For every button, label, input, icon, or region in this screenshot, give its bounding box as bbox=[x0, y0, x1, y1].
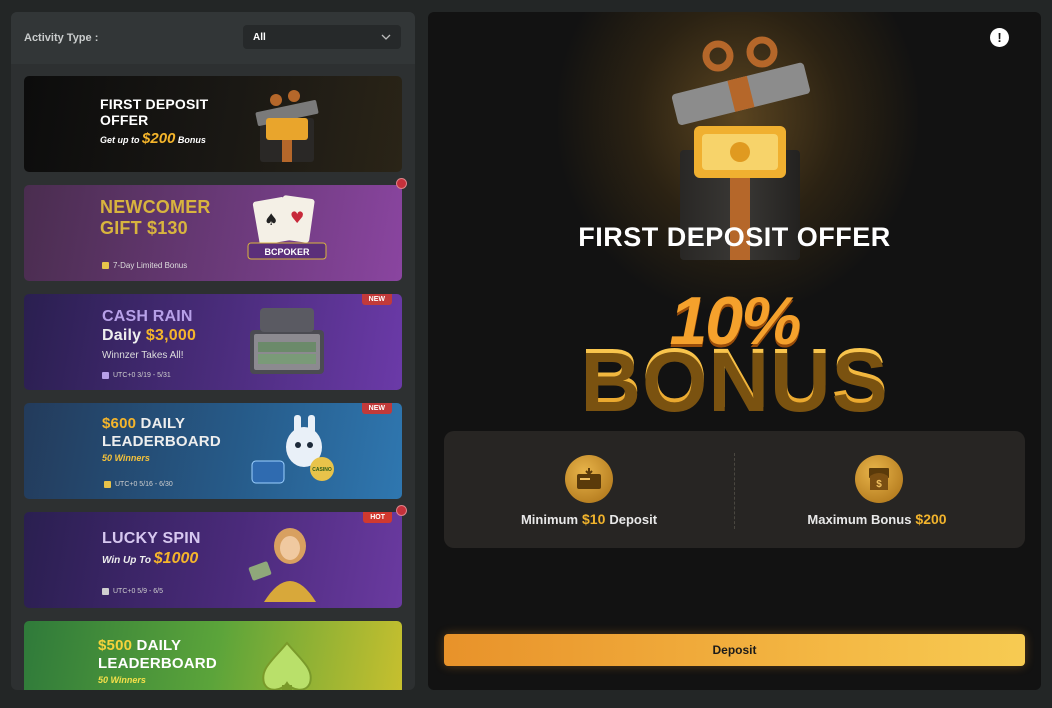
svg-text:♥: ♥ bbox=[290, 208, 304, 227]
activity-card-cash-rain[interactable]: NEW CASH RAIN Daily $3,000 Winnzer Takes… bbox=[24, 294, 402, 390]
money-bag-icon: $ bbox=[855, 455, 903, 503]
card-title: $500 DAILY LEADERBOARD bbox=[98, 637, 217, 672]
calendar-icon bbox=[102, 372, 109, 379]
card-subtitle: 50 Winners bbox=[98, 675, 146, 685]
activity-list-panel: Activity Type : All FIRST DEPOSIT OFFER … bbox=[11, 12, 415, 690]
casino-mascot-icon: CASINO bbox=[251, 415, 334, 484]
offer-title: FIRST DEPOSIT OFFER bbox=[578, 222, 891, 252]
card-footer: 7-Day Limited Bonus bbox=[102, 261, 187, 270]
card-art-label: BCPOKER bbox=[264, 247, 310, 257]
minimum-deposit-item: Minimum $10 Deposit bbox=[444, 455, 734, 527]
calendar-icon bbox=[104, 481, 111, 488]
poker-cards-icon: ♠ ♥ BCPOKER bbox=[247, 195, 327, 260]
hot-badge: HOT bbox=[363, 512, 392, 523]
gift-box-icon bbox=[255, 90, 319, 162]
deposit-wallet-icon bbox=[565, 455, 613, 503]
svg-text:$: $ bbox=[876, 479, 882, 490]
calendar-icon bbox=[102, 262, 109, 269]
activity-type-label: Activity Type : bbox=[24, 32, 99, 44]
activity-card-first-deposit[interactable]: FIRST DEPOSIT OFFER Get up to $200 Bonus bbox=[24, 76, 402, 172]
activity-cards: FIRST DEPOSIT OFFER Get up to $200 Bonus… bbox=[24, 76, 402, 690]
deposit-button[interactable]: Deposit bbox=[444, 634, 1025, 666]
chevron-down-icon bbox=[381, 34, 391, 40]
activity-card-newcomer-gift[interactable]: NEWCOMER GIFT $130 7-Day Limited Bonus ♠… bbox=[24, 185, 402, 281]
card-title: LUCKY SPIN bbox=[102, 530, 201, 547]
card-subtitle: 50 Winners bbox=[102, 453, 150, 463]
activity-type-select[interactable]: All bbox=[243, 25, 401, 49]
offer-terms-box: Minimum $10 Deposit $ Maximum Bonus $200 bbox=[444, 431, 1025, 548]
unread-dot bbox=[396, 505, 407, 516]
card-footer: UTC+0 3/19 - 5/31 bbox=[102, 372, 171, 379]
bonus-word: BONUS bbox=[428, 330, 1041, 427]
activity-card-600-leaderboard[interactable]: NEW $600 DAILY LEADERBOARD 50 Winners UT… bbox=[24, 403, 402, 499]
card-subtitle: Get up to $200 Bonus bbox=[100, 130, 206, 147]
card-title-amount: Daily $3,000 bbox=[102, 327, 197, 344]
new-badge: NEW bbox=[361, 403, 392, 414]
card-footer: UTC+0 5/9 - 6/5 bbox=[102, 588, 163, 595]
minimum-deposit-text: Minimum $10 Deposit bbox=[520, 511, 658, 527]
calendar-icon bbox=[102, 588, 109, 595]
activity-detail-panel: ! FIRST DEPOSIT OFFER 10% BONUS Minimum … bbox=[428, 12, 1041, 690]
activity-card-500-leaderboard[interactable]: $500 DAILY LEADERBOARD 50 Winners bbox=[24, 621, 402, 690]
card-title: CASH RAIN bbox=[102, 308, 193, 325]
card-footer: UTC+0 5/16 - 6/30 bbox=[104, 481, 173, 488]
unread-dot bbox=[396, 178, 407, 189]
card-title: FIRST DEPOSIT OFFER bbox=[100, 96, 209, 128]
spade-icon bbox=[262, 641, 312, 690]
info-icon[interactable]: ! bbox=[990, 28, 1009, 47]
lucky-spin-model-art bbox=[248, 528, 316, 602]
maximum-bonus-text: Maximum Bonus $200 bbox=[807, 511, 947, 527]
activity-type-value: All bbox=[253, 31, 266, 43]
svg-text:♠: ♠ bbox=[264, 210, 278, 229]
card-title: $600 DAILY LEADERBOARD bbox=[102, 415, 221, 450]
card-art-label: CASINO bbox=[312, 467, 332, 473]
maximum-bonus-item: $ Maximum Bonus $200 bbox=[734, 455, 1024, 527]
card-title: NEWCOMER GIFT $130 bbox=[100, 197, 211, 238]
activity-card-lucky-spin[interactable]: HOT LUCKY SPIN Win Up To $1000 UTC+0 5/9… bbox=[24, 512, 402, 608]
card-subtitle: Win Up To $1000 bbox=[102, 550, 199, 567]
money-case-icon bbox=[250, 308, 324, 374]
new-badge: NEW bbox=[361, 294, 392, 305]
card-subtitle: Winnzer Takes All! bbox=[102, 350, 184, 361]
